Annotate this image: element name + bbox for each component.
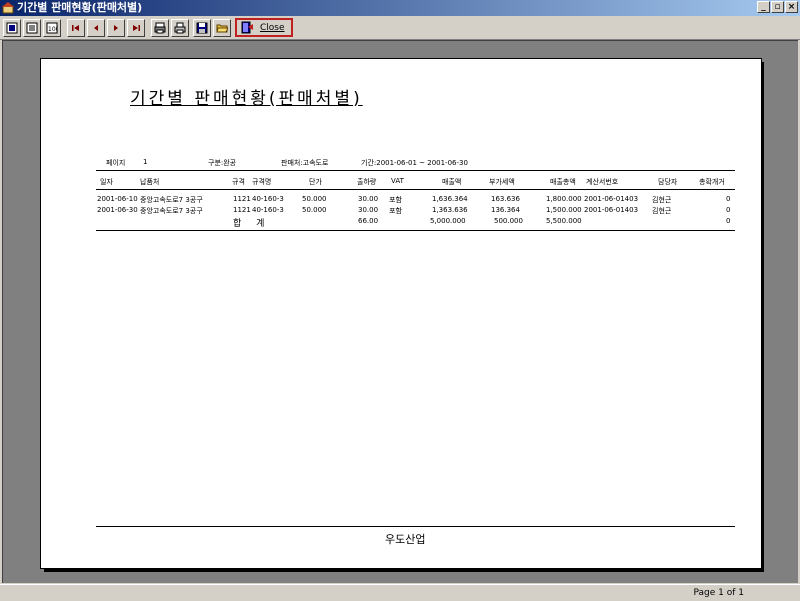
row1-vat-amount: 163.636 <box>491 195 520 203</box>
row2-qty: 30.00 <box>358 206 379 214</box>
row2-spec: 1121 <box>233 206 251 214</box>
minimize-button[interactable]: _ <box>757 1 770 13</box>
row1-qty: 30.00 <box>358 195 379 203</box>
col-header-spec-name: 규격명 <box>252 178 272 186</box>
col-header-spec: 규격 <box>232 178 245 186</box>
row2-date: 2001-06-30 <box>97 206 138 214</box>
window-title-bar: 기간별 판매현황(판매처별) _ ▫ × <box>0 0 800 16</box>
row2-vat-amount: 136.364 <box>491 206 520 214</box>
prev-page-icon <box>94 25 98 31</box>
last-page-button[interactable] <box>127 19 145 37</box>
open-button[interactable] <box>213 19 231 37</box>
col-header-invoice: 계산서번호 <box>586 178 619 186</box>
row2-customer: 중앙고속도로7 3공구 <box>140 207 203 215</box>
open-folder-icon <box>216 24 228 33</box>
next-page-button[interactable] <box>107 19 125 37</box>
first-page-icon <box>72 25 79 31</box>
whole-page-button[interactable] <box>3 19 21 37</box>
period-info: 기간:2001-06-01 ~ 2001-06-30 <box>361 159 468 167</box>
row1-sales: 1,636.364 <box>432 195 468 203</box>
page-label: 페이지 <box>106 159 126 167</box>
row1-vat: 포함 <box>389 196 402 204</box>
whole-page-icon <box>6 22 18 34</box>
division-info: 구분:완공 <box>208 159 237 167</box>
page-width-button[interactable] <box>23 19 41 37</box>
row1-unit-price: 50.000 <box>302 195 327 203</box>
restore-button[interactable]: ▫ <box>771 1 784 13</box>
save-button[interactable] <box>193 19 211 37</box>
print-setup-icon <box>154 22 166 34</box>
col-header-vat: VAT <box>391 177 404 185</box>
app-icon <box>2 2 14 14</box>
close-label: Close <box>260 22 285 33</box>
totals-qty: 66.00 <box>358 217 379 225</box>
col-header-manager: 담당자 <box>658 178 678 186</box>
zoom-100-icon: 100 <box>46 22 58 34</box>
page-width-icon <box>26 22 38 34</box>
row2-unit-price: 50.000 <box>302 206 327 214</box>
zoom-100-button[interactable]: 100 <box>43 19 61 37</box>
col-header-total: 매출총액 <box>550 178 576 186</box>
page-indicator: Page 1 of 1 <box>693 588 745 598</box>
row2-total: 1,500.000 <box>546 206 582 214</box>
row2-sales: 1,363.636 <box>432 206 468 214</box>
report-page <box>40 58 762 569</box>
footer-company: 우도산업 <box>385 533 426 546</box>
print-button[interactable] <box>171 19 189 37</box>
totals-vat: 500.000 <box>494 217 523 225</box>
col-header-last: 총확개거 <box>699 178 725 186</box>
close-button[interactable]: Close <box>235 18 293 37</box>
row1-invoice: 2001-06-01403 <box>584 195 639 203</box>
page-value: 1 <box>143 158 148 166</box>
last-page-icon <box>133 25 140 31</box>
prev-page-button[interactable] <box>87 19 105 37</box>
row2-manager: 김현근 <box>652 207 672 215</box>
footer-rule <box>96 526 735 527</box>
svg-text:100: 100 <box>48 26 58 33</box>
next-page-icon <box>114 25 118 31</box>
row1-customer: 중앙고속도로7 3공구 <box>140 196 203 204</box>
seller-info: 판매처:고속도로 <box>281 159 329 167</box>
close-window-button[interactable]: × <box>785 1 798 13</box>
totals-total: 5,500.000 <box>546 217 582 225</box>
printer-icon <box>174 22 186 34</box>
window-title: 기간별 판매현황(판매처별) <box>17 1 143 14</box>
col-header-date: 일자 <box>100 178 113 186</box>
totals-rule <box>96 230 735 231</box>
print-setup-button[interactable] <box>151 19 169 37</box>
header-rule-top <box>96 170 735 171</box>
row1-date: 2001-06-10 <box>97 195 138 203</box>
totals-sales: 5,000.000 <box>430 217 466 225</box>
report-title: 기간별 판매현황(판매처별) <box>130 89 363 109</box>
status-bar: Page 1 of 1 <box>0 584 800 601</box>
totals-label: 합 계 <box>233 219 271 229</box>
save-icon <box>196 22 208 34</box>
col-header-unit-price: 단가 <box>309 178 322 186</box>
row2-spec-name: 40-160-3 <box>252 206 284 214</box>
col-header-sales: 매출액 <box>442 178 462 186</box>
door-exit-icon <box>241 21 253 34</box>
row2-invoice: 2001-06-01403 <box>584 206 639 214</box>
row2-vat: 포함 <box>389 207 402 215</box>
first-page-button[interactable] <box>67 19 85 37</box>
col-header-qty: 출하량 <box>357 178 377 186</box>
row1-total: 1,800.000 <box>546 195 582 203</box>
totals-last: 0 <box>726 217 731 225</box>
row2-last: 0 <box>726 206 731 214</box>
header-rule-bottom <box>96 189 735 190</box>
row1-manager: 김현근 <box>652 196 672 204</box>
row1-last: 0 <box>726 195 731 203</box>
row1-spec: 1121 <box>233 195 251 203</box>
col-header-customer: 납품처 <box>140 178 160 186</box>
row1-spec-name: 40-160-3 <box>252 195 284 203</box>
col-header-vat-amount: 부가세액 <box>489 178 515 186</box>
